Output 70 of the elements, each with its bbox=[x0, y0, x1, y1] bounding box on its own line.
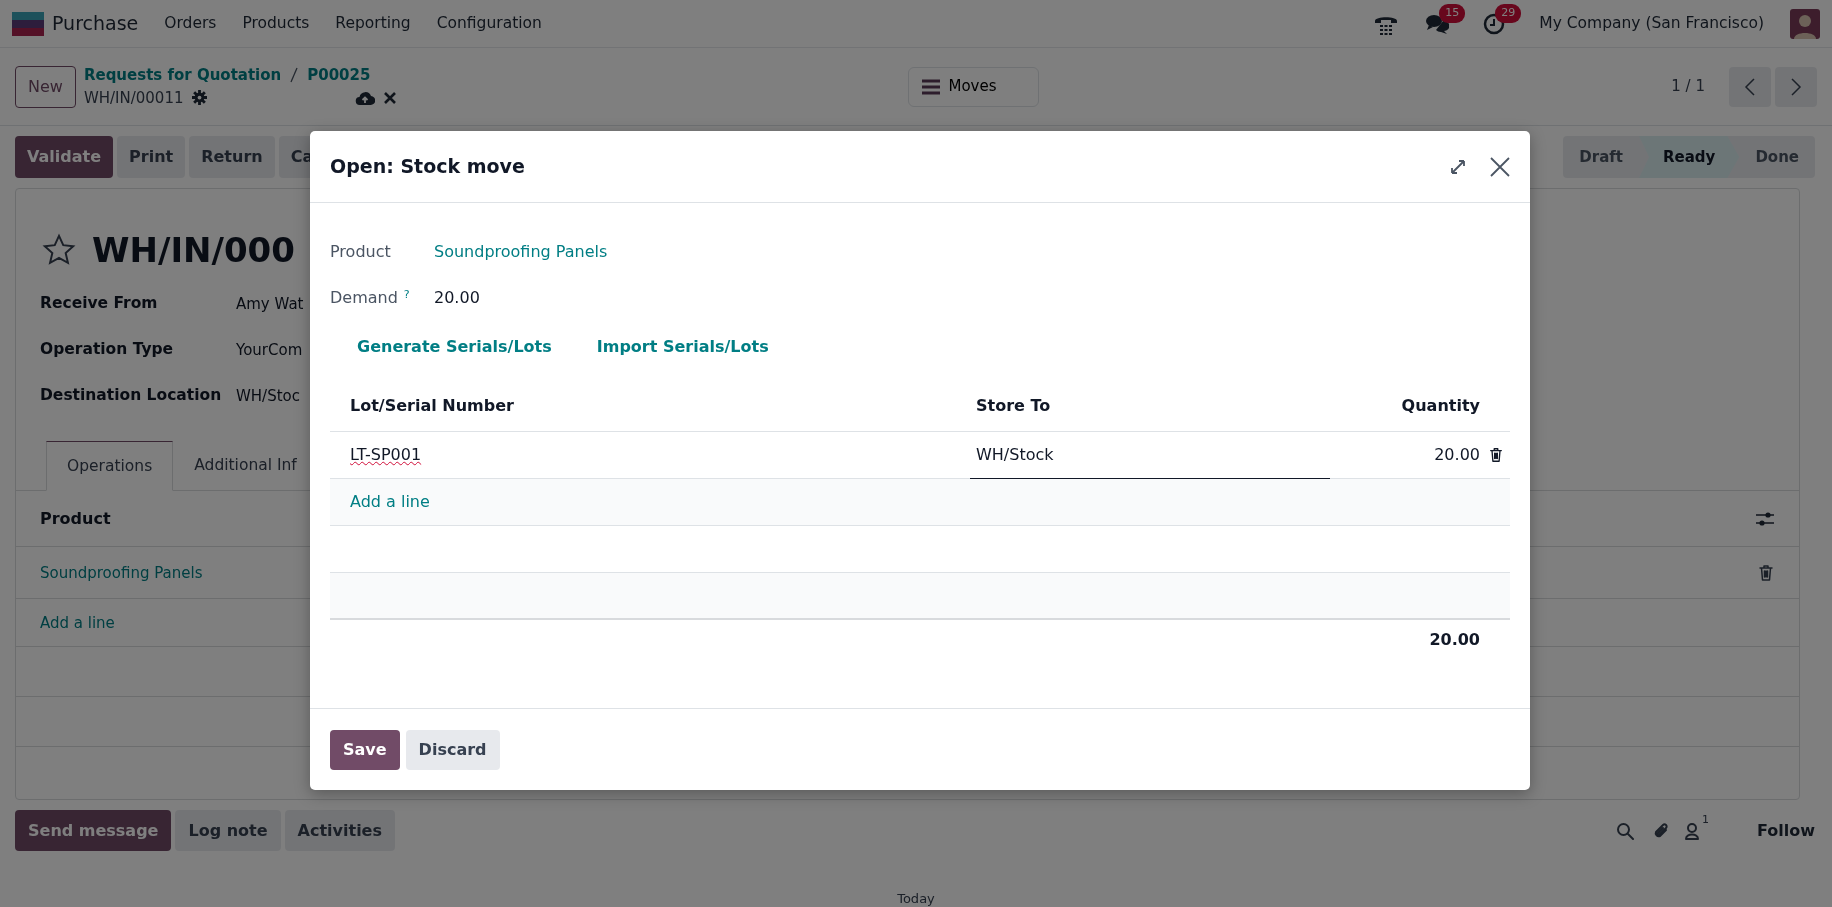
person-icon[interactable] bbox=[1684, 821, 1700, 840]
field-value[interactable]: Amy Wat bbox=[236, 292, 304, 316]
action-button[interactable]: Print bbox=[117, 136, 186, 178]
action-button[interactable]: Return bbox=[189, 136, 275, 178]
chatter-button[interactable]: Activities bbox=[284, 810, 395, 851]
cloud-upload-icon[interactable] bbox=[354, 89, 375, 106]
dialog-title: Open: Stock move bbox=[330, 154, 525, 180]
field-label: Product bbox=[330, 242, 391, 261]
field-value: 20.00 bbox=[434, 287, 480, 309]
notification-badge: 15 bbox=[1439, 4, 1466, 23]
action-link[interactable]: Import Serials/Lots bbox=[596, 335, 769, 380]
company-name[interactable]: My Company (San Francisco) bbox=[1539, 11, 1764, 36]
total-value: 20.00 bbox=[1429, 630, 1480, 649]
product-link[interactable]: Soundproofing Panels bbox=[40, 561, 203, 584]
field-label: Demand bbox=[330, 288, 398, 307]
action-button[interactable]: Validate bbox=[15, 136, 114, 178]
field-value[interactable]: WH/Stoc bbox=[236, 384, 300, 408]
record-title: WH/IN/000 bbox=[92, 233, 295, 267]
chevron-right-icon bbox=[1790, 77, 1802, 96]
app-icon[interactable] bbox=[12, 11, 44, 36]
expand-icon[interactable] bbox=[1450, 158, 1466, 175]
followers-count: 1 bbox=[1702, 812, 1709, 828]
field-label: Destination Location bbox=[40, 385, 223, 407]
close-icon[interactable] bbox=[382, 90, 397, 105]
menu-item[interactable]: Products bbox=[242, 11, 310, 36]
new-button[interactable]: New bbox=[15, 65, 76, 108]
record-name: WH/IN/00011 bbox=[83, 87, 184, 109]
action-link[interactable]: Generate Serials/Lots bbox=[357, 335, 552, 380]
slash-icon bbox=[289, 67, 300, 84]
column-header: Quantity bbox=[1401, 395, 1480, 415]
breadcrumb-link[interactable]: P00025 bbox=[307, 64, 371, 87]
add-line-link[interactable]: Add a line bbox=[40, 611, 115, 634]
dialog-button[interactable]: Discard bbox=[405, 729, 500, 770]
star-icon[interactable] bbox=[42, 233, 76, 267]
field-link[interactable]: Soundproofing Panels bbox=[434, 240, 608, 264]
status-step[interactable]: Done bbox=[1739, 136, 1815, 178]
follow-button[interactable]: Follow bbox=[1757, 818, 1815, 843]
field-label: Receive From bbox=[40, 293, 159, 315]
dialog-button[interactable]: Save bbox=[330, 729, 400, 770]
sliders-icon[interactable] bbox=[1755, 509, 1775, 528]
pager-value: 1 / 1 bbox=[1671, 76, 1705, 98]
column-header: Store To bbox=[976, 395, 1051, 415]
status-step[interactable]: Draft bbox=[1563, 136, 1639, 178]
list-icon bbox=[920, 77, 941, 96]
column-header: Product bbox=[40, 507, 111, 530]
field-value[interactable]: YourCom bbox=[236, 338, 303, 362]
help-icon[interactable]: ? bbox=[403, 287, 410, 301]
table-cell: 20.00 bbox=[1434, 445, 1480, 464]
status-step[interactable]: Ready bbox=[1639, 136, 1740, 178]
app-name[interactable]: Purchase bbox=[52, 9, 139, 38]
menu-item[interactable]: Configuration bbox=[436, 11, 542, 36]
avatar-icon[interactable] bbox=[1790, 8, 1820, 39]
gear-icon[interactable] bbox=[191, 90, 207, 106]
menu-item[interactable]: Orders bbox=[164, 11, 217, 36]
smart-button[interactable]: Moves bbox=[907, 66, 1039, 107]
add-line-link[interactable]: Add a line bbox=[350, 490, 430, 514]
breadcrumb-link[interactable]: Requests for Quotation bbox=[83, 64, 282, 87]
form-tab[interactable]: Operations bbox=[46, 441, 174, 492]
chatter-button[interactable]: Send message bbox=[15, 810, 172, 851]
column-header: Lot/Serial Number bbox=[350, 395, 514, 415]
form-tab[interactable]: Additional Inf bbox=[173, 441, 318, 491]
chatter-button[interactable]: Log note bbox=[175, 810, 281, 851]
notification-badge: 29 bbox=[1495, 4, 1522, 23]
menu-item[interactable]: Reporting bbox=[335, 11, 411, 36]
field-label: Operation Type bbox=[40, 339, 175, 361]
trash-icon[interactable] bbox=[1488, 447, 1504, 464]
search-icon[interactable] bbox=[1616, 821, 1634, 840]
chevron-left-icon bbox=[1744, 77, 1756, 96]
close-icon[interactable] bbox=[1490, 156, 1510, 177]
date-separator: Today bbox=[897, 891, 935, 906]
